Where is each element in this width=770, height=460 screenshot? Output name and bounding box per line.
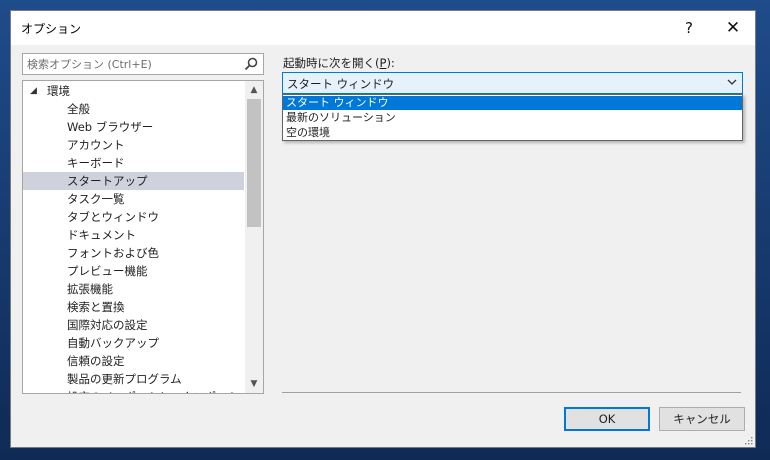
tree-item-label: アカウント (67, 138, 125, 152)
startup-label: 起動時に次を開く(P): (283, 56, 395, 70)
options-dialog: オプション ? ✕ ◢ 環境 全般Web ブラウザーアカウントキーボードスタート… (10, 10, 756, 448)
resize-grip-icon[interactable] (743, 435, 753, 445)
tree-scrollbar[interactable]: ▲ ▼ (245, 81, 263, 393)
scroll-thumb[interactable] (247, 99, 261, 227)
tree-item[interactable]: 検索と置換 (23, 298, 244, 316)
tree-item[interactable]: 信頼の設定 (23, 352, 244, 370)
expand-arrow-icon[interactable]: ◢ (30, 82, 37, 100)
tree-item-label: プレビュー機能 (67, 264, 148, 278)
dropdown-option-recent-solution[interactable]: 最新のソリューション (283, 111, 742, 125)
dropdown-option-start-window[interactable]: スタート ウィンドウ (283, 96, 742, 110)
tree-item-label: ドキュメント (67, 228, 136, 242)
scroll-up-icon[interactable]: ▲ (245, 81, 263, 99)
search-input[interactable] (23, 54, 245, 74)
startup-combobox[interactable]: スタート ウィンドウ (282, 72, 743, 94)
tree-item-label: 全般 (67, 102, 90, 116)
tree-item-label: タスク一覧 (67, 192, 125, 206)
tree-item[interactable]: アカウント (23, 136, 244, 154)
tree-item[interactable]: ドキュメント (23, 226, 244, 244)
dropdown-option-empty-environment[interactable]: 空の環境 (283, 126, 742, 140)
options-tree: ◢ 環境 全般 Web ブラウザー アカウントキーボードスタートアップ タスク一覧タブ… (22, 80, 264, 394)
tree-item-label: タブとウィンドウ (67, 210, 159, 224)
tree-item[interactable]: 自動バックアップ (23, 334, 244, 352)
tree-item[interactable]: キーボード (23, 154, 244, 172)
help-button[interactable]: ? (667, 11, 711, 45)
tree-item[interactable]: 拡張機能 (23, 280, 244, 298)
startup-dropdown-list: スタート ウィンドウ 最新のソリューション 空の環境 (282, 94, 743, 141)
scroll-down-icon[interactable]: ▼ (245, 375, 263, 393)
tree-node-environment[interactable]: ◢ 環境 (23, 82, 244, 100)
tree-item[interactable]: Web ブラウザー (23, 118, 244, 136)
tree-item-label: 拡張機能 (67, 282, 113, 296)
tree-node-label: 環境 (47, 84, 70, 98)
combo-selected-value: スタート ウィンドウ (287, 77, 395, 91)
divider (282, 392, 741, 393)
tree-item-label: フォントおよび色 (67, 246, 159, 260)
tree-item-label: キーボード (67, 156, 125, 170)
tree-item[interactable]: 製品の更新プログラム (23, 370, 244, 388)
tree-item[interactable]: タブとウィンドウ (23, 208, 244, 226)
cancel-button[interactable]: キャンセル (659, 407, 745, 431)
search-icon[interactable] (243, 56, 259, 72)
tree-item-label: 検索と置換 (67, 300, 125, 314)
search-box (22, 53, 264, 75)
close-button[interactable]: ✕ (711, 11, 755, 45)
tree-item[interactable]: スタートアップ (23, 172, 244, 190)
tree-item[interactable]: 国際対応の設定 (23, 316, 244, 334)
tree-item[interactable]: プレビュー機能 (23, 262, 244, 280)
tree-item[interactable]: 設定のインポートとエクスポート (23, 388, 244, 393)
tree-item-label: Web ブラウザー (67, 120, 154, 134)
tree-item[interactable]: タスク一覧 (23, 190, 244, 208)
chevron-down-icon[interactable] (727, 77, 737, 87)
window-title: オプション (21, 22, 82, 36)
tree-item-label: 自動バックアップ (67, 336, 159, 350)
tree-item-label: 国際対応の設定 (67, 318, 148, 332)
title-bar: オプション ? ✕ (11, 11, 755, 45)
tree-item-label: 製品の更新プログラム (67, 372, 182, 386)
tree-item[interactable]: フォントおよび色 (23, 244, 244, 262)
tree-item-label: スタートアップ (67, 174, 148, 188)
tree-item-label: 信頼の設定 (67, 354, 125, 368)
ok-button[interactable]: OK (564, 407, 650, 431)
tree-item-label: 設定のインポートとエクスポート (67, 388, 239, 393)
tree-item[interactable]: 全般 (23, 100, 244, 118)
